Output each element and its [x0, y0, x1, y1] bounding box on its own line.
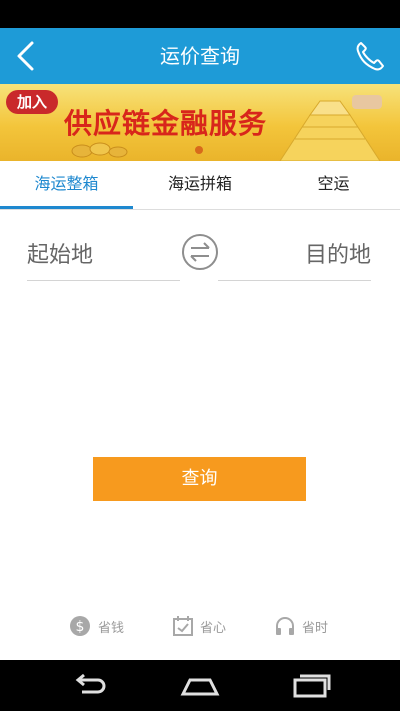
- nav-recents-button[interactable]: [292, 672, 332, 700]
- carousel-indicator: [195, 146, 203, 154]
- tab-air[interactable]: 空运: [267, 161, 400, 209]
- feature-strip: $ 省钱 省心 省时: [0, 612, 400, 640]
- feature-label: 省心: [200, 620, 227, 636]
- banner-title: 供应链金融服务: [64, 107, 268, 140]
- status-bar: [0, 0, 400, 28]
- call-button[interactable]: [352, 38, 388, 74]
- app-header: 运价查询: [0, 28, 400, 84]
- page-title: 运价查询: [160, 44, 240, 68]
- nav-home-icon: [180, 678, 220, 696]
- swap-button[interactable]: [180, 232, 220, 272]
- destination-field[interactable]: 目的地: [218, 230, 371, 281]
- promo-banner[interactable]: 加入 供应链金融服务: [0, 84, 400, 161]
- feature-peace-of-mind: 省心: [172, 612, 226, 640]
- svg-text:$: $: [76, 619, 85, 635]
- feature-label: 省时: [302, 620, 329, 636]
- join-badge: 加入: [6, 90, 58, 114]
- system-nav-bar: [0, 660, 400, 711]
- query-button[interactable]: 查询: [93, 457, 306, 501]
- nav-back-button[interactable]: [68, 672, 108, 700]
- feature-save-time: 省时: [274, 612, 328, 640]
- tab-sea-lcl[interactable]: 海运拼箱: [133, 161, 267, 209]
- tab-bar: 海运整箱 海运拼箱 空运: [0, 161, 400, 210]
- gold-pyramid-icon: [279, 95, 382, 161]
- origin-field[interactable]: 起始地: [27, 230, 180, 281]
- calendar-check-icon: [173, 616, 193, 636]
- nav-home-button[interactable]: [180, 672, 220, 700]
- coins-icon: [71, 142, 128, 158]
- nav-recents-icon: [293, 674, 331, 698]
- feature-save-money: $ 省钱: [68, 612, 124, 640]
- feature-label: 省钱: [98, 620, 125, 636]
- tab-indicator: [0, 206, 133, 209]
- phone-icon: [356, 42, 384, 71]
- dollar-coin-icon: $: [70, 616, 90, 636]
- nav-back-icon: [75, 673, 106, 694]
- swap-arrows-icon: [182, 234, 218, 270]
- headphones-icon: [276, 617, 294, 635]
- tab-sea-fcl[interactable]: 海运整箱: [0, 161, 133, 209]
